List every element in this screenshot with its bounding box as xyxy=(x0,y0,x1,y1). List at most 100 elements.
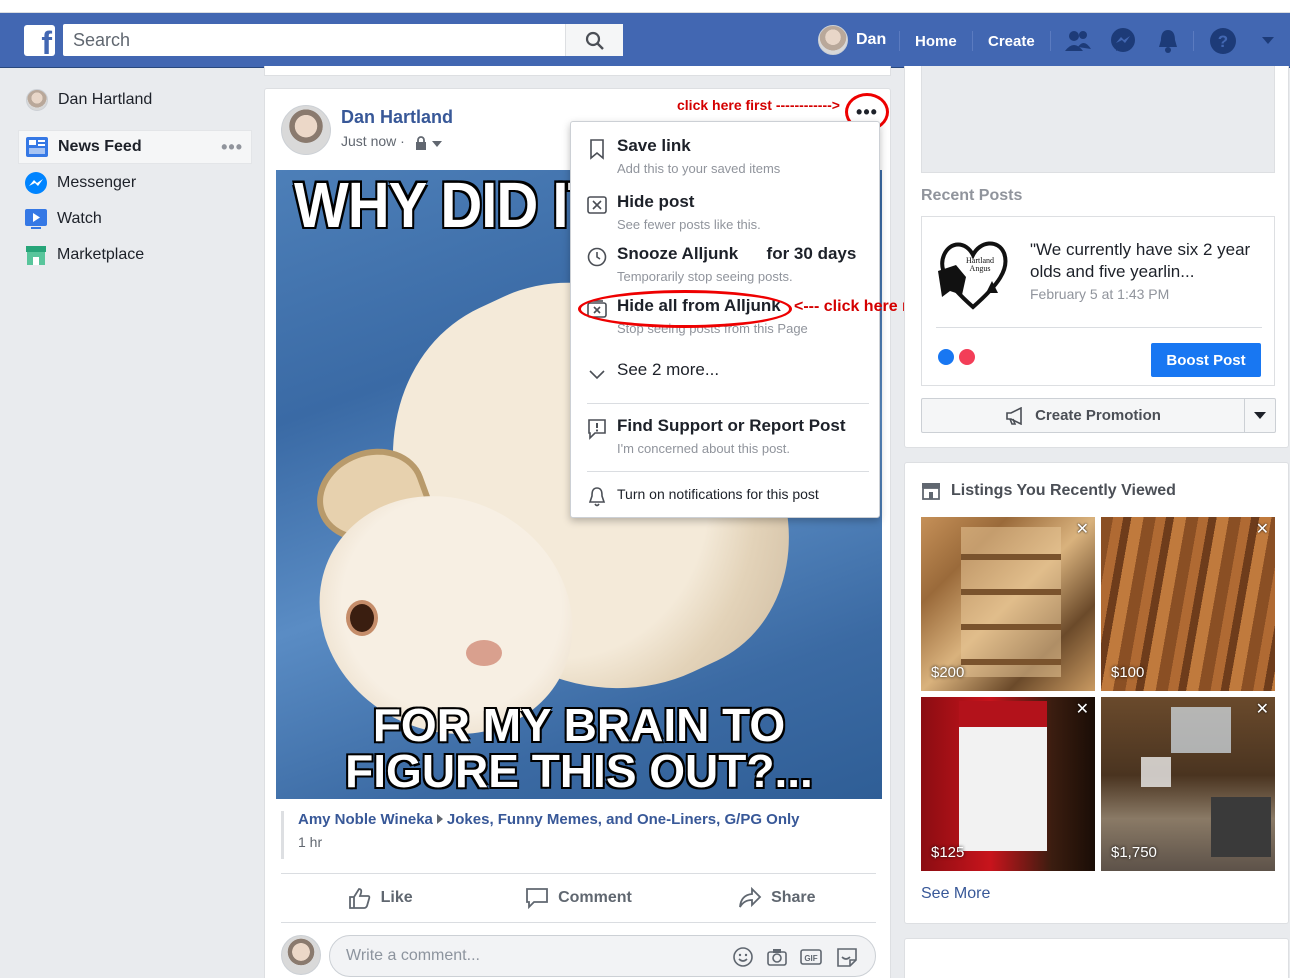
page-panel: Recent Posts Hartland Angus "We currentl… xyxy=(904,66,1289,448)
comment-box: GIF xyxy=(329,935,876,977)
menu-item-title: Find Support or Report Post xyxy=(617,416,846,435)
close-icon[interactable]: ✕ xyxy=(1256,519,1269,539)
menu-item-subtitle: Add this to your saved items xyxy=(617,161,781,176)
notifications-bell-icon[interactable] xyxy=(1154,27,1182,55)
search-icon xyxy=(585,31,604,50)
hide-x-icon xyxy=(587,196,607,214)
help-icon[interactable]: ? xyxy=(1209,27,1237,55)
sidebar-item-messenger[interactable]: Messenger xyxy=(18,166,252,200)
chevron-down-icon xyxy=(1254,412,1266,419)
profile-link[interactable]: Dan xyxy=(818,25,886,55)
messenger-icon[interactable] xyxy=(1109,27,1137,55)
emoji-icon[interactable] xyxy=(732,946,754,968)
sidebar-item-watch[interactable]: Watch xyxy=(18,202,252,236)
megaphone-icon xyxy=(1006,406,1022,425)
sidebar-item-label: Watch xyxy=(57,210,102,227)
search-bar xyxy=(63,24,623,56)
menu-item-subtitle: Temporarily stop seeing posts. xyxy=(617,269,793,284)
dog-eye xyxy=(346,600,378,636)
boost-post-button[interactable]: Boost Post xyxy=(1151,343,1261,377)
logo-text-angus: Angus xyxy=(970,264,991,273)
shared-from-attribution: Amy Noble Wineka Jokes, Funny Memes, and … xyxy=(281,811,800,859)
lock-icon[interactable] xyxy=(415,136,427,150)
camera-icon[interactable] xyxy=(766,946,788,968)
recent-post-card[interactable]: Hartland Angus "We currently have six 2 … xyxy=(921,216,1275,386)
comment-icon xyxy=(526,888,548,909)
post-timestamp[interactable]: Just now · xyxy=(341,133,405,149)
share-button[interactable]: Share xyxy=(678,874,876,922)
comment-button[interactable]: Comment xyxy=(479,874,677,922)
sidebar-item-label: Messenger xyxy=(57,174,137,191)
annotation-circle xyxy=(578,290,792,328)
avatar xyxy=(26,89,48,111)
messenger-icon xyxy=(25,172,47,194)
listing-tile[interactable]: ✕ $200 xyxy=(921,517,1095,691)
close-icon[interactable]: ✕ xyxy=(1076,519,1089,539)
svg-text:GIF: GIF xyxy=(804,954,817,963)
listing-tile[interactable]: ✕ $100 xyxy=(1101,517,1275,691)
previous-post-card xyxy=(264,66,891,76)
arrow-right-icon xyxy=(436,814,443,824)
home-link[interactable]: Home xyxy=(915,33,957,50)
comment-input[interactable] xyxy=(330,936,710,976)
meme-caption-bottom-2: FIGURE THIS OUT?... xyxy=(345,745,813,797)
gif-icon[interactable]: GIF xyxy=(800,946,822,968)
bookmark-icon xyxy=(590,139,604,160)
clock-icon xyxy=(587,247,607,267)
sidebar-item-label: News Feed xyxy=(58,138,142,155)
like-label: Like xyxy=(380,889,413,906)
see-more-link[interactable]: See More xyxy=(921,885,990,903)
menu-item-title: Save link xyxy=(617,136,691,155)
listing-tile[interactable]: ✕ $125 xyxy=(921,697,1095,871)
profile-name: Dan xyxy=(856,31,887,48)
search-button[interactable] xyxy=(565,24,623,56)
create-promotion-label: Create Promotion xyxy=(1035,407,1161,424)
friend-requests-icon[interactable] xyxy=(1064,27,1092,55)
promotion-dropdown-button[interactable] xyxy=(1244,399,1275,432)
shared-from-user[interactable]: Amy Noble Wineka xyxy=(298,811,433,828)
avatar xyxy=(818,25,848,55)
news-feed-icon xyxy=(26,137,48,157)
close-icon[interactable]: ✕ xyxy=(1076,699,1089,719)
bell-icon xyxy=(588,487,606,507)
post-author-avatar[interactable] xyxy=(281,105,331,155)
create-promotion-button[interactable]: Create Promotion xyxy=(922,399,1244,432)
report-icon xyxy=(588,419,606,440)
listings-title: Listings You Recently Viewed xyxy=(951,482,1176,499)
browser-strip xyxy=(0,0,1290,13)
create-link[interactable]: Create xyxy=(988,33,1035,50)
sticker-icon[interactable] xyxy=(836,946,858,968)
recent-posts-title: Recent Posts xyxy=(921,187,1023,204)
marketplace-icon xyxy=(26,246,46,265)
divider xyxy=(972,31,973,51)
menu-divider xyxy=(587,403,869,404)
shared-timestamp[interactable]: 1 hr xyxy=(298,834,800,850)
sidebar-profile[interactable]: Dan Hartland xyxy=(18,84,252,116)
sidebar-item-news-feed[interactable]: News Feed ••• xyxy=(18,130,252,164)
create-promotion-bar: Create Promotion xyxy=(921,398,1276,433)
menu-item-title: Snooze Alljunk for 30 days xyxy=(617,244,857,263)
more-options-icon[interactable]: ••• xyxy=(221,137,243,158)
facebook-logo-icon[interactable]: f xyxy=(24,25,55,56)
close-icon[interactable]: ✕ xyxy=(1256,699,1269,719)
listing-price: $200 xyxy=(931,664,965,681)
shared-from-group[interactable]: Jokes, Funny Memes, and One-Liners, G/PG… xyxy=(447,811,800,828)
like-button[interactable]: Like xyxy=(281,874,479,922)
svg-text:?: ? xyxy=(1218,32,1228,51)
post-author-name[interactable]: Dan Hartland xyxy=(341,107,453,128)
listing-price: $1,750 xyxy=(1111,844,1157,861)
listing-tile[interactable]: ✕ $1,750 xyxy=(1101,697,1275,871)
marketplace-icon xyxy=(922,483,940,500)
chevron-down-icon xyxy=(589,370,605,380)
account-menu-caret-icon[interactable] xyxy=(1262,37,1274,44)
annotation-click-first: click here first ------------> xyxy=(677,97,840,113)
search-input[interactable] xyxy=(63,24,563,56)
sidebar-item-label: Marketplace xyxy=(57,246,145,263)
sidebar-item-marketplace[interactable]: Marketplace xyxy=(18,238,252,272)
divider xyxy=(936,327,1262,328)
chevron-down-icon[interactable] xyxy=(432,141,442,147)
share-label: Share xyxy=(771,889,816,906)
love-reaction-icon xyxy=(957,347,977,367)
divider xyxy=(1050,31,1051,51)
divider xyxy=(1193,31,1194,51)
